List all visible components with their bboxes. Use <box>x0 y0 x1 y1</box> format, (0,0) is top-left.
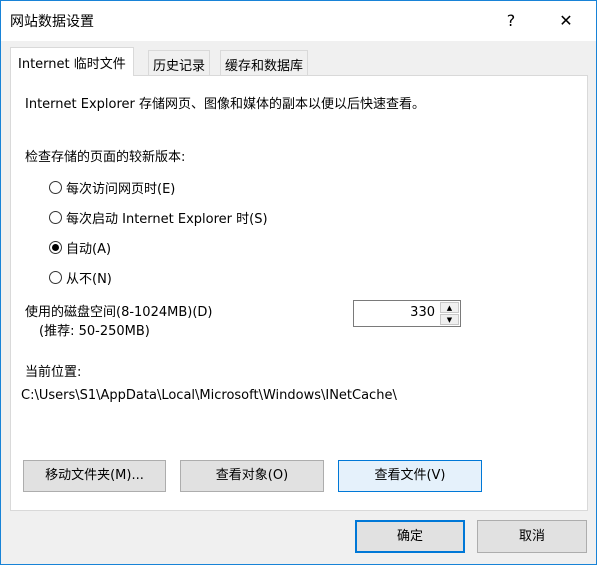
radio-automatic[interactable]: 自动(A) <box>49 238 111 257</box>
radio-label: 每次启动 Internet Explorer 时(S) <box>66 212 268 227</box>
radio-every-start[interactable]: 每次启动 Internet Explorer 时(S) <box>49 208 268 227</box>
cancel-button[interactable]: 取消 <box>477 520 587 553</box>
dialog-window: 网站数据设置 ? ✕ Internet 临时文件 历史记录 缓存和数据库 Int… <box>0 0 597 565</box>
radio-label: 每次访问网页时(E) <box>66 182 176 197</box>
location-path: C:\Users\S1\AppData\Local\Microsoft\Wind… <box>21 388 397 403</box>
close-icon[interactable]: ✕ <box>551 7 581 35</box>
disk-space-label: 使用的磁盘空间(8-1024MB)(D) <box>25 305 213 320</box>
radio-circle[interactable] <box>49 271 62 284</box>
help-icon[interactable]: ? <box>496 7 526 35</box>
radio-every-visit[interactable]: 每次访问网页时(E) <box>49 178 175 197</box>
title-bar: 网站数据设置 ? ✕ <box>1 1 596 41</box>
tab-panel: Internet Explorer 存储网页、图像和媒体的副本以便以后快速查看。… <box>10 75 588 511</box>
disk-space-hint: (推荐: 50-250MB) <box>39 324 150 339</box>
location-label: 当前位置: <box>25 365 82 380</box>
view-objects-button[interactable]: 查看对象(O) <box>180 460 324 492</box>
tab-caches-databases[interactable]: 缓存和数据库 <box>220 50 309 76</box>
dialog-title: 网站数据设置 <box>10 14 94 30</box>
radio-circle[interactable] <box>49 211 62 224</box>
radio-never[interactable]: 从不(N) <box>49 268 112 287</box>
spin-up-icon[interactable]: ▲ <box>440 302 459 313</box>
tab-history[interactable]: 历史记录 <box>148 50 211 76</box>
disk-space-stepper[interactable]: 330 ▲ ▼ <box>353 300 461 327</box>
spin-down-icon[interactable]: ▼ <box>440 314 459 325</box>
tab-temp-files[interactable]: Internet 临时文件 <box>10 47 134 76</box>
check-label: 检查存储的页面的较新版本: <box>25 150 186 165</box>
description: Internet Explorer 存储网页、图像和媒体的副本以便以后快速查看。 <box>25 97 426 112</box>
ok-button[interactable]: 确定 <box>355 520 465 553</box>
disk-space-value[interactable]: 330 <box>410 305 435 320</box>
move-folder-button[interactable]: 移动文件夹(M)... <box>23 460 166 492</box>
radio-label: 从不(N) <box>66 272 112 287</box>
radio-circle[interactable] <box>49 181 62 194</box>
view-files-button[interactable]: 查看文件(V) <box>338 460 482 492</box>
radio-label: 自动(A) <box>66 242 112 257</box>
radio-circle[interactable] <box>49 241 62 254</box>
